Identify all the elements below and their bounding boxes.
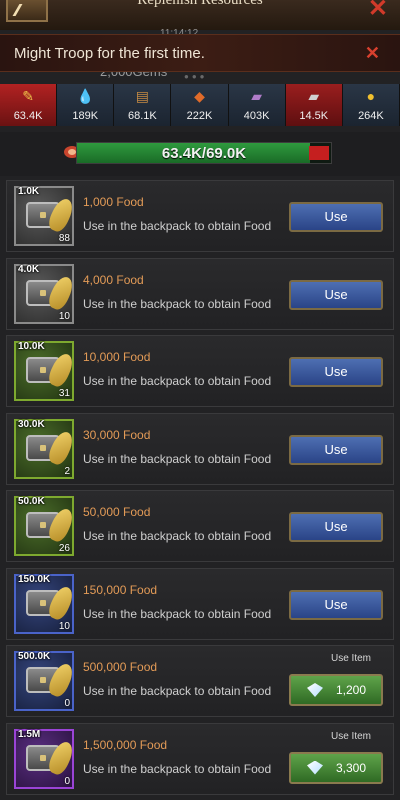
- food-chest-icon: 150.0K 10: [14, 573, 77, 634]
- item-amount-badge: 50.0K: [18, 496, 45, 507]
- item-name: 10,000 Food: [83, 350, 151, 364]
- food-chest-icon: 10.0K 31: [14, 341, 77, 401]
- tab-value: 189K: [72, 110, 99, 122]
- item-name: 1,000 Food: [83, 195, 144, 209]
- tab-wood[interactable]: ▤ 68.1K: [114, 84, 172, 126]
- buy-with-gems-button[interactable]: 1,200: [289, 674, 383, 706]
- gem-icon: [307, 683, 323, 697]
- ore-icon: ◆: [194, 88, 205, 104]
- item-description: Use in the backpack to obtain Food: [83, 761, 272, 776]
- gold-icon: ●: [366, 88, 376, 104]
- item-count: 10: [58, 620, 70, 632]
- item-name: 4,000 Food: [83, 272, 144, 287]
- item-description: Use in the backpack to obtain Food: [83, 374, 272, 388]
- food-chest-icon: 50.0K 26: [14, 496, 77, 556]
- item-description: Use in the backpack to obtain Food: [83, 684, 272, 698]
- item-name: 30,000 Food: [83, 427, 151, 442]
- item-name: 150,000 Food: [83, 582, 158, 597]
- list-item: 1.0K 88 1,000 Food Use in the backpack to o…: [6, 180, 394, 252]
- gem-icon: [307, 760, 323, 775]
- item-count: 0: [64, 698, 70, 709]
- page-dots: ●●●: [184, 72, 208, 81]
- use-item-label: Use Item: [330, 653, 371, 664]
- tab-value: 264K: [358, 110, 384, 122]
- food-chest-icon: 30.0K 2: [14, 418, 77, 479]
- gem-cost: 1,200: [335, 683, 367, 697]
- item-name: 1,500,000 Food: [83, 737, 168, 752]
- item-count: 2: [64, 465, 70, 477]
- close-button[interactable]: ✕: [368, 0, 388, 23]
- food-chest-icon: 1.0K 88: [14, 186, 77, 246]
- progress-text: 63.4K/69.0K: [161, 145, 247, 162]
- list-item: 30.0K 2 30,000 Food Use in the backpack to …: [6, 412, 394, 485]
- tab-value: 222K: [186, 110, 213, 122]
- item-count: 10: [58, 310, 70, 322]
- use-button[interactable]: Use: [289, 279, 383, 310]
- tab-gold[interactable]: ● 264K: [342, 84, 400, 126]
- item-amount-badge: 1.0K: [18, 186, 40, 197]
- item-description: Use in the backpack to obtain Food: [83, 529, 272, 543]
- use-item-label: Use Item: [330, 730, 371, 742]
- item-count: 26: [58, 543, 70, 554]
- item-count: 0: [64, 775, 70, 787]
- tab-value: 14.5K: [299, 110, 329, 122]
- item-amount-badge: 4.0K: [18, 263, 40, 275]
- gem-cost: 3,300: [335, 760, 367, 775]
- list-item: 150.0K 10 150,000 Food Use in the backpack …: [6, 567, 394, 640]
- notification-banner: Might Troop for the first time. ✕: [0, 34, 400, 72]
- tab-value: 403K: [243, 110, 270, 122]
- use-button[interactable]: Use: [289, 434, 383, 465]
- resource-tabs: ✎ 63.4K 💧 189K ▤ 68.1K ◆ 222K ▰ 403K ▰ 1…: [0, 84, 400, 126]
- iron-icon: ▰: [308, 88, 320, 104]
- item-amount-badge: 10.0K: [18, 341, 45, 352]
- page-title: Replenish Resources: [137, 0, 263, 8]
- header: Replenish Resources ✕: [0, 0, 400, 30]
- item-amount-badge: 30.0K: [18, 418, 45, 430]
- food-chest-icon: 4.0K 10: [14, 263, 77, 324]
- tab-value: 68.1K: [127, 110, 157, 122]
- tab-iron[interactable]: ▰ 14.5K: [285, 84, 343, 126]
- item-description: Use in the backpack to obtain Food: [83, 296, 272, 311]
- notification-close-icon[interactable]: ✕: [365, 43, 380, 64]
- use-button[interactable]: Use: [289, 589, 383, 620]
- progress-bar: 63.4K/69.0K: [76, 142, 332, 164]
- replenish-resources-screen: Replenish Resources ✕ 11:14:12 2,000Gems…: [0, 0, 400, 800]
- use-button[interactable]: Use: [289, 357, 383, 387]
- buy-with-gems-button[interactable]: 3,300: [289, 751, 383, 784]
- list-item: 1.5M 0 1,500,000 Food Use in the backpack t…: [6, 722, 394, 795]
- water-icon: 💧: [76, 88, 94, 104]
- item-count: 88: [58, 233, 70, 244]
- item-name: 50,000 Food: [83, 505, 151, 519]
- use-button[interactable]: Use: [289, 512, 383, 542]
- use-button[interactable]: Use: [289, 202, 383, 232]
- list-item: 500.0K 0 500,000 Food Use in the backpack t…: [6, 645, 394, 717]
- list-item: 4.0K 10 4,000 Food Use in the backpack to o…: [6, 257, 394, 330]
- food-chest-icon: 500.0K 0: [14, 651, 77, 711]
- food-chest-icon: 1.5M 0: [14, 728, 77, 789]
- food-icon: ✎: [22, 88, 34, 104]
- item-amount-badge: 150.0K: [18, 573, 51, 585]
- item-description: Use in the backpack to obtain Food: [83, 451, 272, 466]
- tab-ore[interactable]: ◆ 222K: [171, 84, 229, 126]
- tab-food[interactable]: ✎ 63.4K: [0, 84, 58, 126]
- tab-metal[interactable]: ▰ 403K: [228, 84, 286, 126]
- tab-water[interactable]: 💧 189K: [57, 84, 115, 126]
- tab-value: 63.4K: [13, 110, 43, 122]
- list-item: 50.0K 26 50,000 Food Use in the backpack to…: [6, 490, 394, 562]
- list-item: 10.0K 31 10,000 Food Use in the backpack to…: [6, 335, 394, 407]
- wood-icon: ▤: [135, 88, 149, 104]
- food-progress: 63.4K/69.0K: [0, 132, 400, 176]
- item-count: 31: [58, 388, 70, 399]
- item-name: 500,000 Food: [83, 660, 158, 674]
- metal-icon: ▰: [251, 88, 263, 104]
- item-amount-badge: 1.5M: [18, 728, 41, 740]
- item-description: Use in the backpack to obtain Food: [83, 219, 272, 233]
- notification-text: Might Troop for the first time.: [14, 45, 205, 62]
- item-amount-badge: 500.0K: [18, 651, 51, 662]
- item-description: Use in the backpack to obtain Food: [83, 606, 272, 621]
